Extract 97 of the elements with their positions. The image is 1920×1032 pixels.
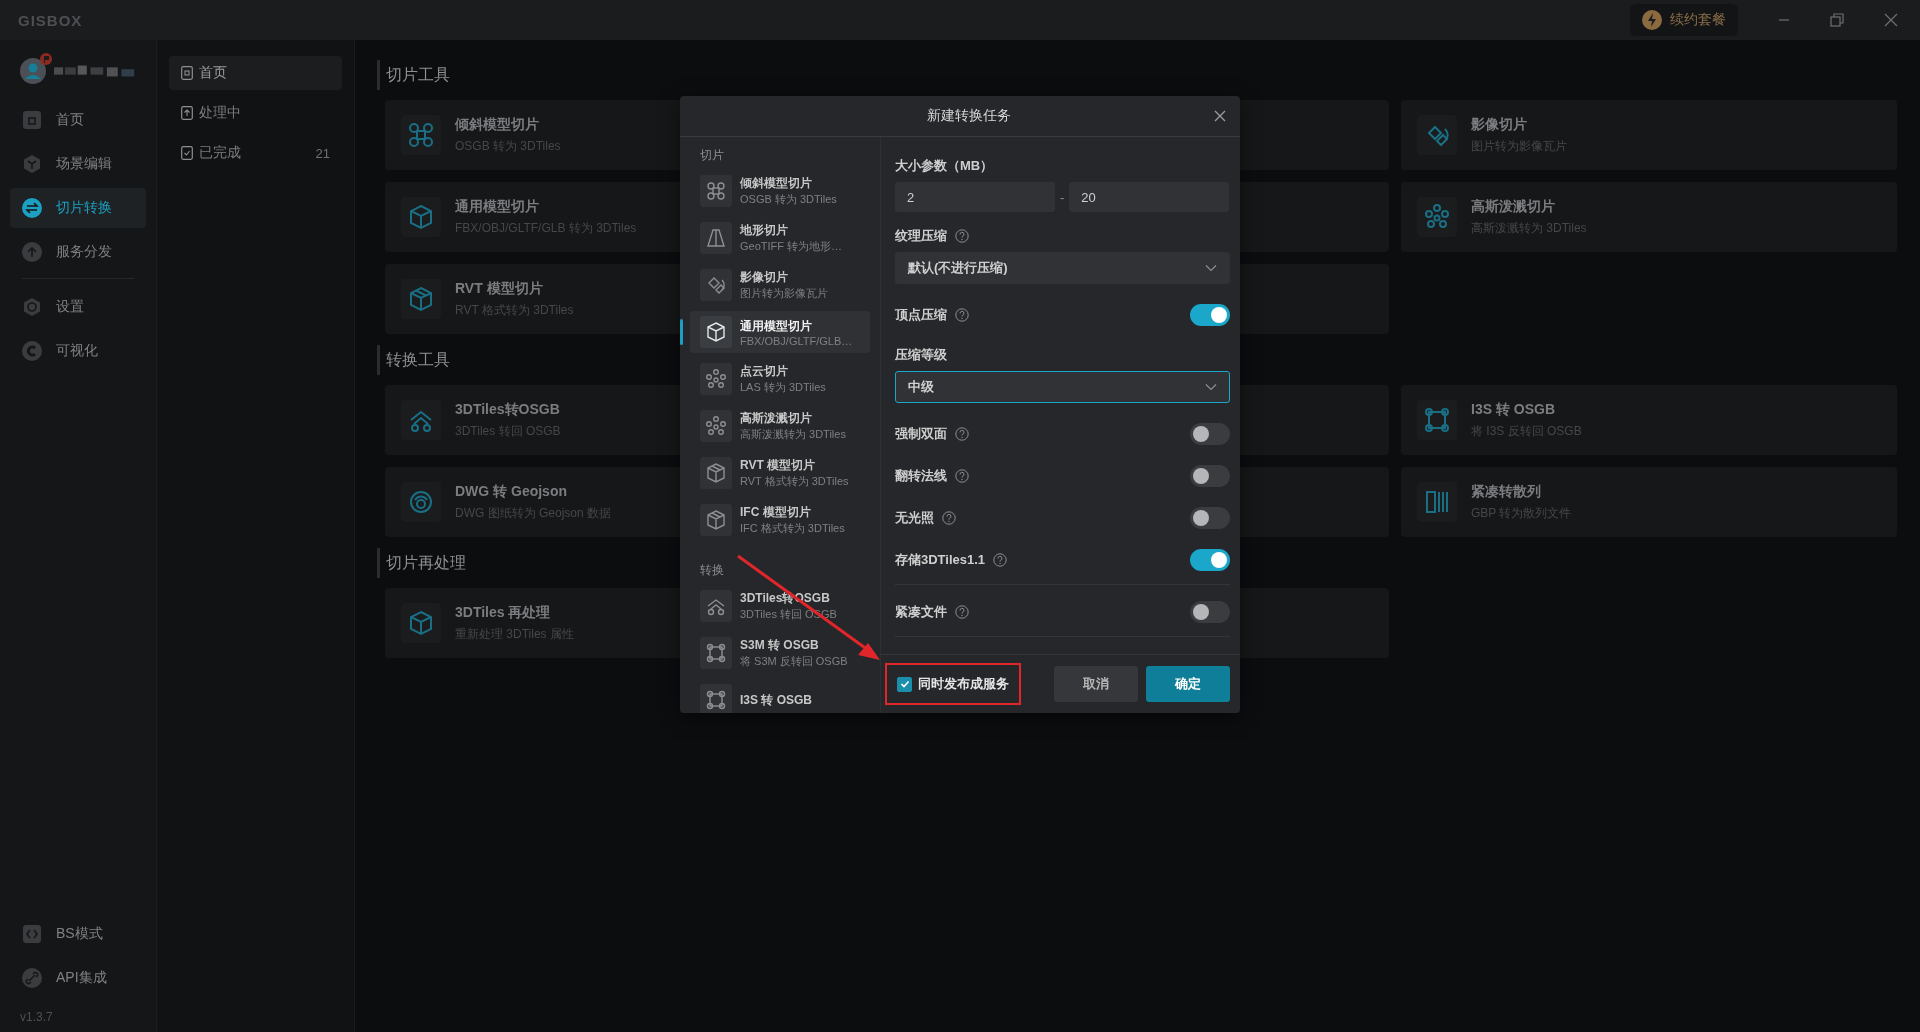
subnav-item[interactable]: 已完成 21	[169, 136, 342, 170]
toggle-switch[interactable]	[1190, 549, 1230, 571]
subnav-item[interactable]: 处理中	[169, 96, 342, 130]
nav-item[interactable]: 服务分发	[10, 232, 146, 272]
select-field[interactable]: 默认(不进行压缩)	[895, 252, 1230, 284]
toggle-switch[interactable]	[1190, 304, 1230, 326]
swap-icon	[22, 198, 42, 218]
renew-button[interactable]: 续约套餐	[1630, 4, 1738, 36]
group-label: 转换	[699, 562, 725, 579]
group-label: 切片	[699, 147, 725, 164]
file-check-icon	[181, 146, 193, 160]
columns-icon	[1417, 482, 1457, 522]
field-label: 压缩等级	[895, 346, 947, 364]
card-title: RVT 模型切片	[455, 279, 544, 298]
toggle-switch[interactable]	[1190, 423, 1230, 445]
terrain-icon	[700, 222, 732, 254]
count-label: 21	[315, 145, 330, 161]
hexagon-icon	[22, 297, 42, 317]
home-icon	[22, 110, 42, 130]
drone-icon	[700, 175, 732, 207]
help-icon[interactable]	[955, 605, 969, 619]
publish-checkbox[interactable]: 同时发布成服务	[897, 675, 1009, 693]
satellite-icon	[700, 269, 732, 301]
box-icon	[700, 504, 732, 536]
file-upload-icon	[181, 106, 193, 120]
task-type-item[interactable]: I3S 转 OSGB	[690, 679, 823, 713]
avatar-icon[interactable]	[20, 58, 46, 84]
card-title: 通用模型切片	[455, 197, 540, 216]
card-title: 紧凑转散列	[1471, 482, 1542, 501]
task-type-item[interactable]: 高斯泼溅切片 高斯泼溅转为 3DTiles	[690, 405, 856, 447]
input-field[interactable]: 2	[895, 182, 1055, 212]
field-label: 顶点压缩	[895, 306, 947, 324]
close-icon[interactable]	[1214, 110, 1226, 122]
chevron-down-icon	[1205, 264, 1217, 272]
code-icon	[22, 924, 42, 944]
nav-item[interactable]: 可视化	[10, 331, 146, 371]
section-heading: 切片工具	[377, 60, 1897, 90]
home-icon	[181, 66, 193, 80]
dots-icon	[1417, 197, 1457, 237]
checkmark-icon	[898, 678, 911, 690]
flag-badge-icon	[40, 53, 52, 65]
help-icon[interactable]	[993, 553, 1008, 567]
restore-icon[interactable]	[1830, 13, 1844, 27]
help-icon[interactable]	[955, 427, 969, 441]
dots-icon	[700, 410, 732, 442]
nav-item[interactable]: 切片转换	[10, 188, 146, 228]
version-label: v1.3.7	[19, 1009, 54, 1024]
task-type-item[interactable]: 影像切片 图片转为影像瓦片	[690, 264, 838, 306]
nav-item[interactable]: 首页	[10, 100, 146, 140]
card-title: 3DTiles转OSGB	[455, 400, 561, 419]
subnav-item[interactable]: 首页	[169, 56, 342, 90]
cube-icon	[401, 603, 441, 643]
help-icon[interactable]	[955, 469, 969, 483]
close-icon[interactable]	[1884, 13, 1898, 27]
cube-icon	[700, 316, 732, 348]
box-icon	[700, 457, 732, 489]
chevron-down-icon	[1205, 383, 1217, 391]
help-icon[interactable]	[955, 308, 969, 322]
help-icon[interactable]	[942, 511, 956, 525]
toggle-switch[interactable]	[1190, 507, 1230, 529]
dialog-title: 新建转换任务	[927, 107, 1011, 125]
cube-icon	[401, 197, 441, 237]
toggle-switch[interactable]	[1190, 601, 1230, 623]
bolt-icon	[1642, 10, 1662, 30]
card-title: 3DTiles 再处理	[455, 603, 552, 622]
link-icon	[22, 968, 42, 988]
field-label: 大小参数（MB）	[895, 157, 994, 175]
range-separator: -	[1059, 189, 1066, 205]
upload-icon	[22, 242, 42, 262]
input-field[interactable]: 20	[1069, 182, 1230, 212]
field-label: 强制双面	[895, 425, 947, 443]
nav-item[interactable]: 场景编辑	[10, 144, 146, 184]
confirm-button[interactable]: 确定	[1146, 666, 1230, 702]
nav-item[interactable]: 设置	[10, 287, 146, 327]
help-icon[interactable]	[955, 229, 969, 243]
target-icon	[401, 482, 441, 522]
card-title: I3S 转 OSGB	[1471, 400, 1557, 419]
cube-icon	[22, 154, 42, 174]
satellite-icon	[1417, 115, 1457, 155]
c-logo-icon	[22, 341, 42, 361]
field-label: 翻转法线	[895, 467, 947, 485]
field-label: 纹理压缩	[895, 227, 947, 245]
field-label: 存储3DTiles1.1	[895, 551, 986, 569]
field-label: 无光照	[895, 509, 934, 527]
card-title: DWG 转 Geojson	[455, 482, 568, 501]
card-title: 倾斜模型切片	[455, 115, 540, 134]
field-label: 紧凑文件	[895, 603, 947, 621]
dots-icon	[700, 363, 732, 395]
card-title: 高斯泼溅切片	[1471, 197, 1556, 216]
toggle-switch[interactable]	[1190, 465, 1230, 487]
card-title: 影像切片	[1471, 115, 1528, 134]
drone-icon	[401, 115, 441, 155]
cancel-button[interactable]: 取消	[1054, 666, 1138, 702]
nav-item[interactable]: API集成	[10, 958, 146, 998]
select-field[interactable]: 中级	[895, 371, 1230, 403]
box-icon	[401, 279, 441, 319]
nav-item[interactable]: BS模式	[10, 914, 146, 954]
